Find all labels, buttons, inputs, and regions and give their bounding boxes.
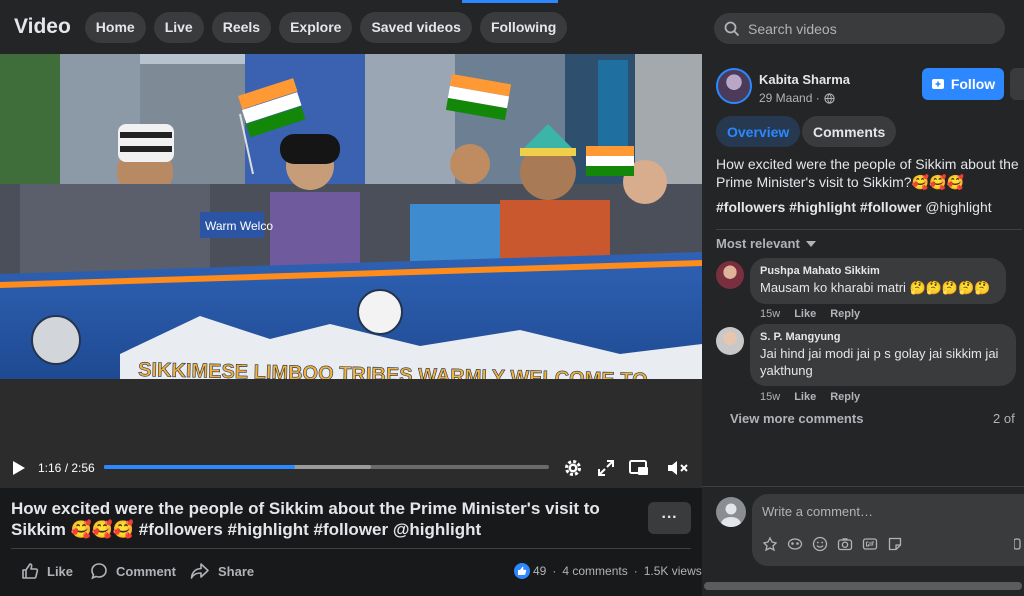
post-date-text: 29 Maand · [759,91,820,105]
like-reaction-icon [514,563,530,579]
follow-add-icon [931,79,944,89]
video-frame[interactable]: Warm Welco SIKKIMESE LIMBOO TRIBES WARML… [0,54,702,379]
app-title: Video [14,15,71,38]
mention[interactable]: @highlight [925,199,991,215]
video-time: 1:16 / 2:56 [38,461,95,475]
tab-overview[interactable]: Overview [716,116,801,147]
comment-bubble-icon [91,563,107,580]
views-count: 1.5K views [643,564,702,578]
emoji-icon[interactable] [812,536,828,552]
composer-divider [702,486,1024,487]
tab-reels[interactable]: Reels [211,11,272,43]
search-input-placeholder[interactable]: Search videos [748,21,837,37]
commenter-name[interactable]: Pushpa Mahato Sikkim [760,265,996,277]
stats-separator: · [552,564,557,578]
comment-label: Comment [116,563,176,579]
globe-icon [824,92,835,104]
more-options-button[interactable]: ··· [648,502,691,534]
post-title: How excited were the people of Sikkim ab… [11,499,600,539]
comment-text: Mausam ko kharabi matri 🤔🤔🤔🤔🤔 [760,280,991,295]
author-name[interactable]: Kabita Sharma [759,72,850,87]
caret-down-icon [805,240,816,247]
search-icon [724,21,740,36]
comment-input[interactable] [762,504,1002,519]
comment-meta: 15w Like Reply [760,308,874,320]
my-avatar [716,497,746,527]
tab-comments[interactable]: Comments [802,116,897,147]
overflow-button[interactable] [1010,68,1024,100]
author-avatar[interactable] [716,68,752,104]
comment-text: Jai hind jai modi jai p s golay jai sikk… [760,346,999,378]
likes-count[interactable]: 49 [533,564,546,578]
search-box[interactable]: Search videos [714,13,1005,44]
composer-edge-icon [1014,538,1021,550]
view-more-comments-link[interactable]: View more comments [730,411,863,426]
post-tags: #followers #highlight #follower @highlig… [716,199,992,215]
fullscreen-icon[interactable] [597,459,615,477]
tab-saved-videos[interactable]: Saved videos [360,11,472,43]
tab-following[interactable]: Following [479,11,568,43]
picture-in-picture-icon[interactable] [629,459,649,477]
post-stats: 49 · 4 comments · 1.5K views [514,563,702,579]
commenter-name[interactable]: S. P. Mangyung [760,331,1006,343]
thumbs-up-icon [22,563,39,579]
horizontal-scrollbar[interactable] [704,582,1022,590]
active-tab-indicator [462,0,558,3]
comment-reply-button[interactable]: Reply [830,391,860,403]
share-label: Share [218,563,255,579]
comments-count[interactable]: 4 comments [562,564,627,578]
video-progress-fill [104,465,296,469]
like-button[interactable]: Like [21,562,73,580]
mute-icon[interactable] [667,459,689,477]
tab-live[interactable]: Live [153,11,204,43]
follow-button[interactable]: Follow [922,68,1004,100]
video-scene: Warm Welco SIKKIMESE LIMBOO TRIBES WARML… [0,54,702,379]
top-bar: Video Home Live Reels Explore Saved vide… [0,0,702,54]
comment-sort-dropdown[interactable]: Most relevant [716,236,816,251]
section-divider [716,229,1022,230]
comments-page-count: 2 of [993,411,1015,426]
tab-home[interactable]: Home [84,11,146,43]
comment-meta: 15w Like Reply [760,391,874,403]
hashtags[interactable]: #followers #highlight #follower [716,199,921,215]
video-sign-text: Warm Welco [205,219,273,233]
share-arrow-icon [190,563,209,579]
follow-label: Follow [950,76,996,92]
right-panel: Search videos Kabita Sharma 29 Maand · F… [702,0,1024,596]
comment-bubble: Pushpa Mahato Sikkim Mausam ko kharabi m… [750,258,1006,304]
post-divider [11,548,691,549]
post-description: How excited were the people of Sikkim ab… [716,156,1019,190]
like-label: Like [47,563,74,579]
settings-gear-icon[interactable] [563,458,583,478]
comment-age[interactable]: 15w [760,391,780,403]
avatar-sticker-icon[interactable] [762,536,778,552]
tab-explore[interactable]: Explore [279,11,353,43]
mask-icon[interactable] [787,536,803,552]
sort-label: Most relevant [716,236,800,251]
play-icon[interactable] [12,460,26,476]
post-date[interactable]: 29 Maand · [759,91,835,105]
share-button[interactable]: Share [190,562,254,580]
comment-age[interactable]: 15w [760,308,780,320]
comment-like-button[interactable]: Like [794,308,816,320]
camera-icon[interactable] [837,536,853,552]
commenter-avatar[interactable] [716,261,744,289]
comment-composer [752,494,1024,566]
comment-bubble: S. P. Mangyung Jai hind jai modi jai p s… [750,324,1016,386]
video-progress-bar[interactable] [104,465,549,469]
sticker-icon[interactable] [887,536,903,552]
comment-reply-button[interactable]: Reply [830,308,860,320]
commenter-avatar[interactable] [716,327,744,355]
comment-like-button[interactable]: Like [794,391,816,403]
comment-button[interactable]: Comment [90,562,176,580]
stats-separator: · [633,564,638,578]
gif-icon[interactable] [862,536,878,552]
